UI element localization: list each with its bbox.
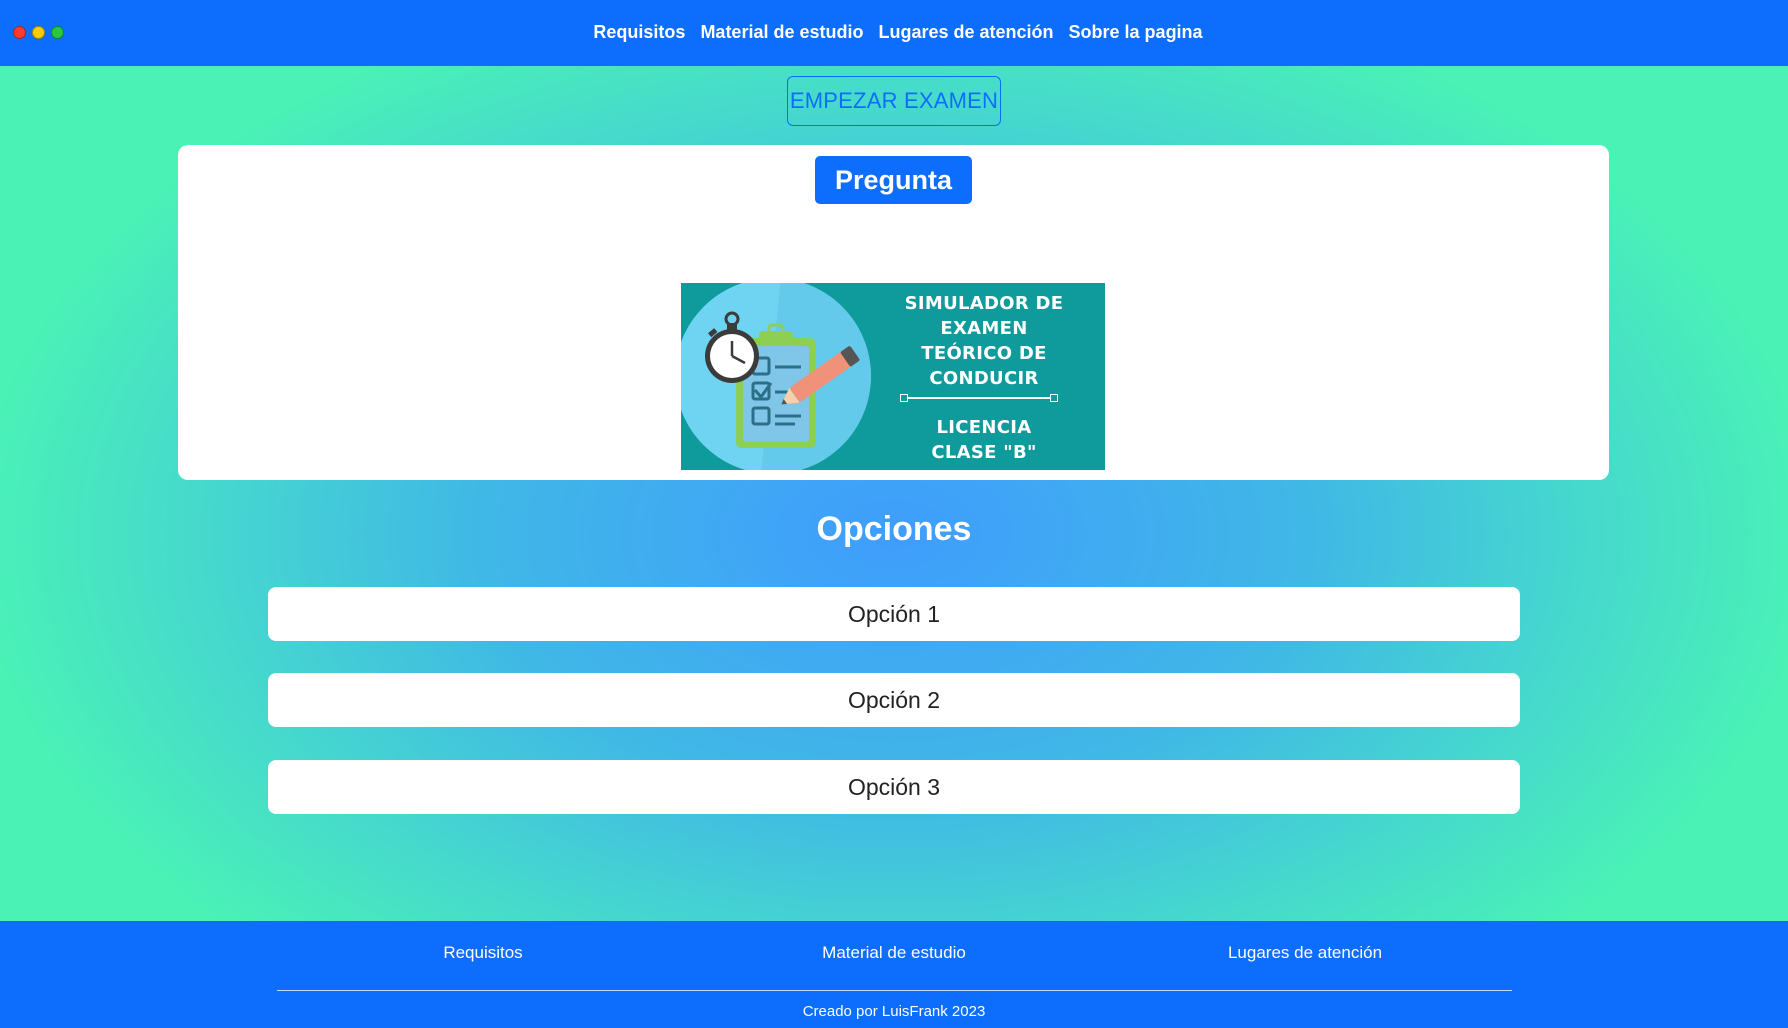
banner-title-line: CONDUCIR (929, 368, 1039, 389)
banner-title-line: TEÓRICO DE (921, 343, 1047, 364)
banner-divider (900, 394, 1058, 402)
footer-link-material-de-estudio[interactable]: Material de estudio (822, 943, 966, 963)
banner-title-line: EXAMEN (940, 318, 1028, 339)
start-exam-button[interactable]: EMPEZAR EXAMEN (787, 76, 1001, 126)
banner-title-line: SIMULADOR DE (904, 293, 1064, 314)
footer-credit: Creado por LuisFrank 2023 (802, 1003, 986, 1020)
nav-link-requisitos[interactable]: Requisitos (593, 23, 685, 44)
nav-link-sobre-la-pagina[interactable]: Sobre la pagina (1069, 23, 1203, 44)
top-navbar: Requisitos Material de estudio Lugares d… (0, 0, 1788, 66)
footer-link-requisitos[interactable]: Requisitos (443, 943, 522, 963)
nav-link-material-de-estudio[interactable]: Material de estudio (700, 23, 863, 44)
banner-subtitle-line: LICENCIA (936, 417, 1032, 438)
nav-link-lugares-de-atencion[interactable]: Lugares de atención (878, 23, 1053, 44)
banner-subtitle: LICENCIA CLASE "B" (869, 415, 1099, 465)
question-heading: Pregunta (815, 156, 972, 204)
question-card: Pregunta SIMULADOR DE EXAMEN TEÓRICO DE … (178, 145, 1609, 480)
footer: Requisitos Material de estudio Lugares d… (0, 921, 1788, 1028)
simulator-banner-image: SIMULADOR DE EXAMEN TEÓRICO DE CONDUCIR … (681, 283, 1105, 470)
option-1-button[interactable]: Opción 1 (268, 587, 1520, 641)
banner-subtitle-line: CLASE "B" (931, 442, 1037, 463)
main-nav: Requisitos Material de estudio Lugares d… (0, 0, 1788, 66)
options-heading: Opciones (816, 510, 972, 548)
option-3-button[interactable]: Opción 3 (268, 760, 1520, 814)
option-2-button[interactable]: Opción 2 (268, 673, 1520, 727)
banner-title: SIMULADOR DE EXAMEN TEÓRICO DE CONDUCIR (869, 291, 1099, 391)
footer-divider (277, 990, 1512, 991)
footer-link-lugares-de-atencion[interactable]: Lugares de atención (1228, 943, 1382, 963)
